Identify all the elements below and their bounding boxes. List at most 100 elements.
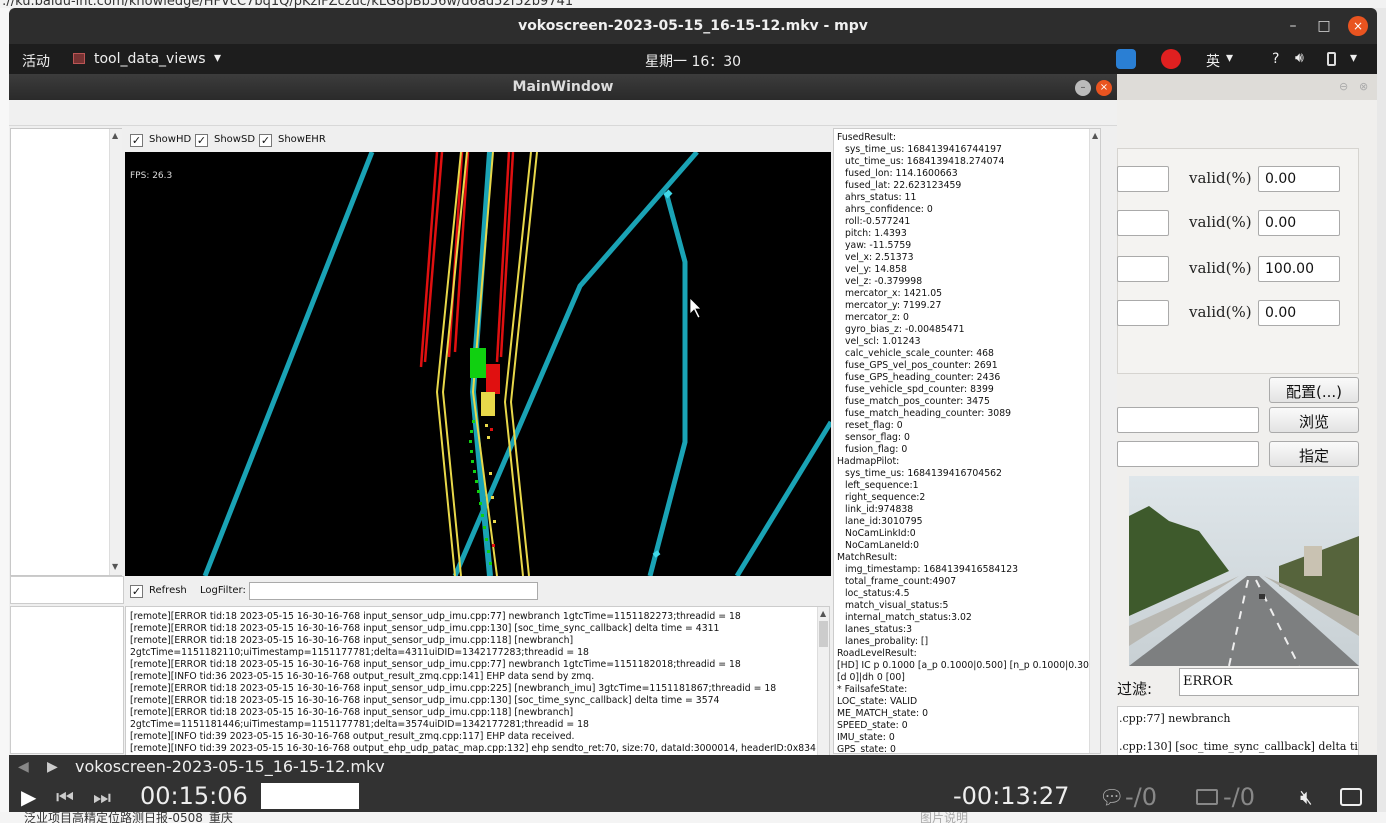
- mw-close-icon[interactable]: ×: [1096, 80, 1112, 96]
- valid-label: valid(%): [1189, 303, 1252, 321]
- activities-button[interactable]: 活动: [22, 51, 50, 71]
- scroll-up-icon[interactable]: ▲: [112, 131, 118, 140]
- info-line: LOC_state: VALID: [837, 696, 918, 707]
- side-list[interactable]: [10, 606, 124, 754]
- logfilter-label: LogFilter:: [200, 585, 246, 596]
- record-icon[interactable]: [1161, 49, 1181, 69]
- filter-input[interactable]: ERROR: [1179, 668, 1359, 696]
- map-view[interactable]: [125, 152, 831, 576]
- info-line: fuse_match_heading_counter: 3089: [845, 408, 1012, 419]
- fullscreen-icon[interactable]: [1340, 788, 1362, 806]
- background-app-titlebar: ⊖ ⊗: [1117, 74, 1377, 100]
- log-lines: [remote][ERROR tid:18 2023-05-15 16-30-1…: [126, 607, 829, 755]
- doc-link[interactable]: 泛业项目高精定位路测日报-0508_重庆: [24, 812, 233, 823]
- audio-track-icon[interactable]: [1196, 789, 1218, 805]
- log-line: [remote][ERROR tid:18 2023-05-15 16-30-1…: [130, 659, 741, 670]
- vehicle-box-yellow: [481, 392, 495, 416]
- param-input-2[interactable]: [1117, 210, 1169, 236]
- info-line: internal_match_status:3.02: [845, 612, 972, 623]
- battery-icon[interactable]: [1327, 52, 1336, 66]
- info-line: vel_y: 14.858: [845, 264, 907, 275]
- bg-log-line: .cpp:130] [soc_time_sync_callback] delta…: [1119, 740, 1359, 753]
- info-line: link_id:974838: [845, 504, 914, 515]
- scroll-up-icon[interactable]: ▲: [820, 609, 826, 618]
- valid-value-4[interactable]: 0.00: [1258, 300, 1340, 326]
- mute-icon[interactable]: 🔇︎: [1300, 785, 1313, 809]
- browser-url-bar[interactable]: ://ku.baidu-int.com/knowledge/HFVcC7bq1Q…: [0, 0, 1386, 8]
- system-menu-chevron-icon[interactable]: ▾: [1350, 50, 1357, 66]
- tree-scrollbar[interactable]: ▲ ▼: [109, 129, 122, 575]
- info-line: IMU_state: 0: [837, 732, 895, 743]
- info-line: ahrs_confidence: 0: [845, 204, 933, 215]
- time-remaining[interactable]: -00:13:27: [953, 782, 1069, 810]
- scroll-thumb[interactable]: [819, 621, 828, 647]
- assign-button[interactable]: 指定: [1269, 441, 1359, 467]
- info-line: ahrs_status: 11: [845, 192, 917, 203]
- skip-forward-icon[interactable]: ⏭︎: [93, 785, 111, 809]
- logfilter-input[interactable]: [249, 582, 538, 600]
- info-scrollbar[interactable]: ▲: [1089, 129, 1100, 753]
- info-line: [HD] IC p 0.1000 [a_p 0.1000|0.500] [n_p…: [837, 660, 1099, 671]
- info-line: vel_z: -0.379998: [845, 276, 923, 287]
- help-icon[interactable]: ?: [1272, 51, 1279, 67]
- scroll-down-icon[interactable]: ▼: [112, 562, 118, 571]
- show-hd-checkbox[interactable]: ✓: [130, 134, 143, 147]
- baidu-tray-icon[interactable]: [1116, 49, 1136, 69]
- valid-value-3[interactable]: 100.00: [1258, 256, 1340, 282]
- skip-back-icon[interactable]: ⏮︎: [56, 785, 74, 809]
- mw-minimize-icon[interactable]: –: [1075, 80, 1091, 96]
- show-ehr-checkbox[interactable]: ✓: [259, 134, 272, 147]
- log-view[interactable]: [remote][ERROR tid:18 2023-05-15 16-30-1…: [125, 606, 830, 756]
- info-line: lanes_status:3: [845, 624, 912, 635]
- app-menu[interactable]: tool_data_views: [94, 51, 206, 67]
- maximize-button[interactable]: □: [1314, 16, 1334, 36]
- show-ehr-label: ShowEHR: [278, 134, 326, 145]
- time-current[interactable]: 00:15:06: [140, 782, 248, 810]
- info-panel[interactable]: FusedResult: sys_time_us: 168413941674419…: [833, 128, 1101, 754]
- audio-track[interactable]: -/0: [1223, 783, 1255, 811]
- mainwindow-title: MainWindow: [512, 79, 614, 95]
- info-line: MatchResult:: [837, 552, 898, 563]
- log-line: [remote][ERROR tid:18 2023-05-15 16-30-1…: [130, 635, 574, 646]
- vehicle-box-green: [470, 348, 486, 378]
- param-input-1[interactable]: [1117, 166, 1169, 192]
- param-input-3[interactable]: [1117, 256, 1169, 282]
- mpv-controls: ◀ ▶ vokoscreen-2023-05-15_16-15-12.mkv ▶…: [9, 755, 1377, 812]
- minimize-button[interactable]: –: [1283, 16, 1303, 36]
- tree-view[interactable]: ▲ ▼: [10, 128, 122, 576]
- info-line: GPS_state: 0: [837, 744, 896, 754]
- bg-close-icon[interactable]: ⊗: [1359, 80, 1368, 93]
- path-input-2[interactable]: [1117, 441, 1259, 467]
- info-line: img_timestamp: 1684139416584123: [845, 564, 1019, 575]
- browse-button[interactable]: 浏览: [1269, 407, 1359, 433]
- log-scrollbar[interactable]: ▲: [817, 607, 829, 755]
- show-sd-checkbox[interactable]: ✓: [195, 134, 208, 147]
- refresh-checkbox[interactable]: ✓: [130, 585, 143, 598]
- ime-indicator[interactable]: 英: [1206, 51, 1220, 71]
- red-lanes: [419, 152, 515, 368]
- bg-log-view[interactable]: .cpp:77] newbranch .cpp:130] [soc_time_s…: [1117, 706, 1359, 756]
- info-line: fuse_GPS_vel_pos_counter: 2691: [845, 360, 998, 371]
- ime-chevron-icon: ▾: [1226, 50, 1234, 66]
- config-button[interactable]: 配置(...): [1269, 377, 1359, 403]
- mouse-cursor-icon: [689, 297, 702, 319]
- clock[interactable]: 星期一 16：30: [645, 51, 741, 71]
- playlist-prev-icon[interactable]: ◀: [18, 759, 29, 775]
- valid-value-2[interactable]: 0.00: [1258, 210, 1340, 236]
- seekbar[interactable]: [261, 783, 359, 809]
- scroll-up-icon[interactable]: ▲: [1092, 131, 1098, 140]
- path-input-1[interactable]: [1117, 407, 1259, 433]
- info-line: utc_time_us: 1684139418.274074: [845, 156, 1005, 167]
- browser-bottom-text: 泛业项目高精定位路测日报-0508_重庆 图片说明: [0, 812, 1386, 823]
- playlist-next-icon[interactable]: ▶: [47, 759, 58, 775]
- param-input-4[interactable]: [1117, 300, 1169, 326]
- info-line: gyro_bias_z: -0.00485471: [845, 324, 965, 335]
- valid-value-1[interactable]: 0.00: [1258, 166, 1340, 192]
- bg-minimize-icon[interactable]: ⊖: [1339, 80, 1348, 93]
- subtitle-track[interactable]: -/0: [1125, 783, 1157, 811]
- menubar: [9, 100, 1117, 126]
- subtitle-icon[interactable]: 💬︎: [1099, 785, 1124, 809]
- volume-icon[interactable]: 🔊︎: [1295, 50, 1304, 66]
- play-icon[interactable]: ▶: [21, 785, 36, 809]
- close-button[interactable]: ×: [1348, 16, 1368, 36]
